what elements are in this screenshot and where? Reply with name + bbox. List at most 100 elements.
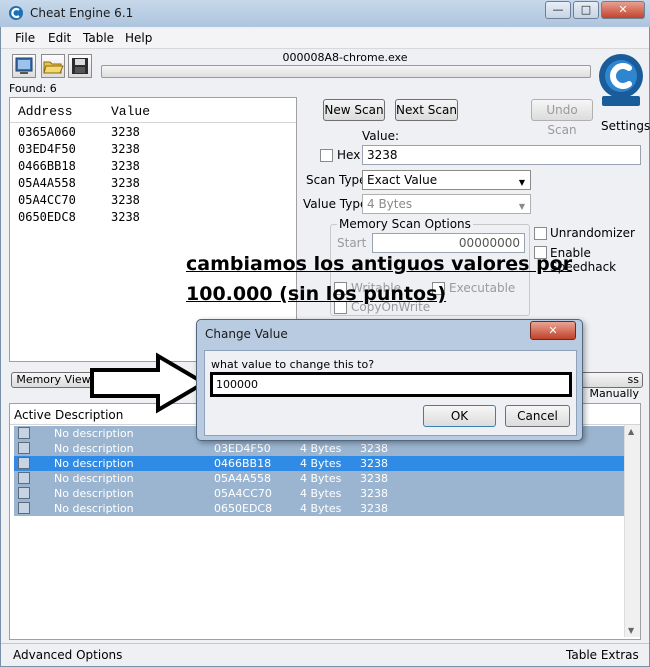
chevron-down-icon: ▼ bbox=[518, 178, 525, 187]
table-scrollbar[interactable]: ▲ ▼ bbox=[624, 425, 640, 637]
menu-edit[interactable]: Edit bbox=[48, 31, 71, 45]
row-value: 3238 bbox=[360, 442, 388, 455]
undo-scan-button[interactable]: Undo Scan bbox=[531, 99, 593, 137]
menu-file[interactable]: File bbox=[15, 31, 35, 45]
row-description: No description bbox=[54, 472, 134, 485]
row-description: No description bbox=[54, 457, 134, 470]
table-row[interactable]: No description 05A4CC70 4 Bytes 3238 bbox=[14, 486, 624, 501]
scroll-up-icon[interactable]: ▲ bbox=[628, 427, 634, 436]
annotation-arrow-icon bbox=[90, 352, 208, 414]
table-row-selected[interactable]: No description 0466BB18 4 Bytes 3238 bbox=[14, 456, 624, 471]
row-type: 4 Bytes bbox=[300, 502, 342, 515]
row-type: 4 Bytes bbox=[300, 442, 342, 455]
table-row[interactable]: No description 05A4A558 4 Bytes 3238 bbox=[14, 471, 624, 486]
value-type-select[interactable]: 4 Bytes ▼ bbox=[362, 194, 531, 214]
table-row[interactable]: No description 0650EDC8 4 Bytes 3238 bbox=[14, 501, 624, 516]
active-checkbox[interactable] bbox=[18, 502, 30, 514]
change-value-input[interactable]: 100000 bbox=[210, 372, 572, 397]
cancel-button[interactable]: Cancel bbox=[505, 405, 570, 427]
scan-progress-bar bbox=[101, 65, 591, 78]
row-description: No description bbox=[54, 427, 134, 440]
result-address: 0650EDC8 bbox=[18, 210, 76, 224]
minimize-button[interactable]: — bbox=[545, 1, 571, 19]
status-bar: Advanced Options Table Extras bbox=[1, 643, 649, 665]
row-value: 3238 bbox=[360, 472, 388, 485]
row-address: 0650EDC8 bbox=[214, 502, 273, 515]
result-address: 0365A060 bbox=[18, 125, 76, 139]
active-checkbox[interactable] bbox=[18, 442, 30, 454]
row-type: 4 Bytes bbox=[300, 457, 342, 470]
value-label: Value: bbox=[362, 129, 399, 143]
unrandomizer-checkbox[interactable] bbox=[534, 227, 547, 240]
value-type-value: 4 Bytes bbox=[367, 197, 413, 211]
table-extras-link[interactable]: Table Extras bbox=[566, 648, 639, 662]
new-scan-button[interactable]: New Scan bbox=[323, 99, 385, 121]
row-description: No description bbox=[54, 502, 134, 515]
start-address-input[interactable]: 00000000 bbox=[372, 233, 525, 253]
row-address: 05A4A558 bbox=[214, 472, 272, 485]
row-type: 4 Bytes bbox=[300, 487, 342, 500]
open-process-icon bbox=[15, 57, 33, 74]
value-type-label: Value Type bbox=[303, 197, 368, 211]
result-value: 3238 bbox=[111, 193, 140, 207]
memory-scan-options-label: Memory Scan Options bbox=[337, 217, 473, 231]
value-column-header[interactable]: Value bbox=[111, 104, 150, 119]
settings-label[interactable]: Settings bbox=[601, 119, 650, 133]
annotation-line-1: cambiamos los antiguos valores por bbox=[186, 253, 573, 275]
result-row[interactable]: 0650EDC8 3238 bbox=[18, 210, 288, 226]
found-count: Found: 6 bbox=[9, 82, 57, 95]
cheat-engine-app-icon bbox=[9, 6, 23, 20]
memory-view-button[interactable]: Memory View bbox=[11, 372, 96, 388]
scan-value-input[interactable]: 3238 bbox=[362, 145, 641, 165]
hex-checkbox[interactable] bbox=[320, 149, 333, 162]
table-row[interactable]: No description 03ED4F50 4 Bytes 3238 bbox=[14, 441, 624, 456]
scroll-down-icon[interactable]: ▼ bbox=[628, 626, 634, 635]
result-address: 03ED4F50 bbox=[18, 142, 76, 156]
scan-type-select[interactable]: Exact Value ▼ bbox=[362, 170, 531, 190]
active-checkbox[interactable] bbox=[18, 457, 30, 469]
dialog-close-button[interactable]: ✕ bbox=[530, 321, 576, 340]
result-row[interactable]: 05A4CC70 3238 bbox=[18, 193, 288, 209]
header-divider bbox=[10, 122, 296, 123]
active-checkbox[interactable] bbox=[18, 427, 30, 439]
dialog-title: Change Value bbox=[205, 327, 288, 341]
active-column-header[interactable]: Active bbox=[14, 408, 51, 422]
dialog-prompt: what value to change this to? bbox=[211, 358, 375, 371]
cheat-engine-logo-icon[interactable] bbox=[596, 48, 646, 118]
advanced-options-link[interactable]: Advanced Options bbox=[13, 648, 122, 662]
result-row[interactable]: 0466BB18 3238 bbox=[18, 159, 288, 175]
next-scan-button[interactable]: Next Scan bbox=[395, 99, 458, 121]
active-checkbox[interactable] bbox=[18, 472, 30, 484]
result-row[interactable]: 05A4A558 3238 bbox=[18, 176, 288, 192]
result-row[interactable]: 0365A060 3238 bbox=[18, 125, 288, 141]
add-address-manually-button[interactable]: ss Manually bbox=[578, 372, 643, 400]
active-checkbox[interactable] bbox=[18, 487, 30, 499]
save-button[interactable] bbox=[68, 54, 92, 78]
result-value: 3238 bbox=[111, 210, 140, 224]
result-value: 3238 bbox=[111, 125, 140, 139]
menu-table[interactable]: Table bbox=[83, 31, 114, 45]
row-value: 3238 bbox=[360, 487, 388, 500]
row-type: 4 Bytes bbox=[300, 472, 342, 485]
save-icon bbox=[72, 58, 88, 74]
row-address: 03ED4F50 bbox=[214, 442, 271, 455]
result-address: 0466BB18 bbox=[18, 159, 76, 173]
maximize-button[interactable]: □ bbox=[573, 1, 599, 19]
menu-bar: File Edit Table Help bbox=[1, 29, 649, 49]
result-address: 05A4A558 bbox=[18, 176, 76, 190]
scan-type-label: Scan Type bbox=[306, 173, 367, 187]
result-value: 3238 bbox=[111, 142, 140, 156]
row-address: 0466BB18 bbox=[214, 457, 272, 470]
row-description: No description bbox=[54, 487, 134, 500]
result-row[interactable]: 03ED4F50 3238 bbox=[18, 142, 288, 158]
annotation-line-2: 100.000 (sin los puntos) bbox=[186, 283, 447, 305]
row-value: 3238 bbox=[360, 457, 388, 470]
open-file-button[interactable] bbox=[41, 54, 65, 78]
address-column-header[interactable]: Address bbox=[18, 104, 73, 119]
unrandomizer-label: Unrandomizer bbox=[550, 226, 635, 240]
open-process-button[interactable] bbox=[12, 54, 36, 78]
ok-button[interactable]: OK bbox=[423, 405, 496, 427]
menu-help[interactable]: Help bbox=[125, 31, 152, 45]
chevron-down-icon: ▼ bbox=[518, 202, 525, 211]
close-button[interactable]: ✕ bbox=[601, 1, 645, 19]
